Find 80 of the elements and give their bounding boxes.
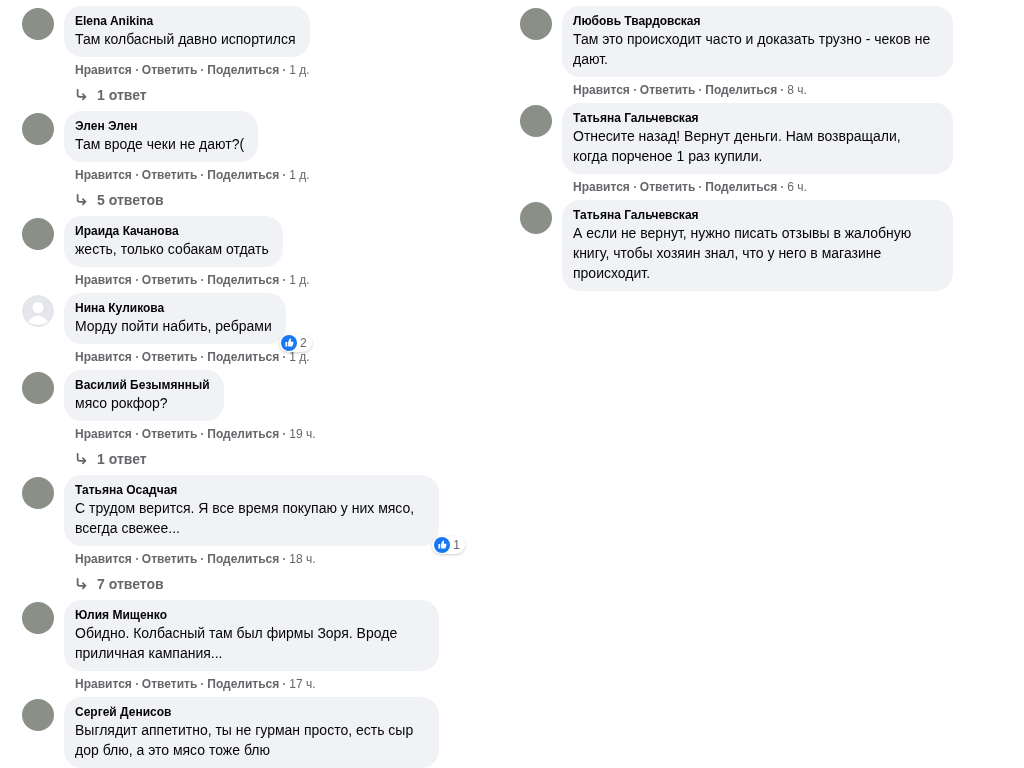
comment-action-link[interactable]: Поделиться (207, 551, 280, 567)
comment-action-link[interactable]: Ответить (141, 62, 198, 78)
author-name[interactable]: Ираида Качанова (75, 223, 269, 239)
author-name[interactable]: Юлия Мищенко (75, 607, 425, 623)
reaction-badge[interactable]: 2 (279, 334, 312, 352)
author-name[interactable]: Нина Куликова (75, 300, 272, 316)
avatar-photo-placeholder[interactable] (22, 113, 54, 145)
comment-action-link[interactable]: Поделиться (207, 62, 280, 78)
reply-arrow-icon (75, 193, 89, 207)
avatar-photo-placeholder[interactable] (22, 372, 54, 404)
author-name[interactable]: Любовь Твардовская (573, 13, 939, 29)
comment-action-link[interactable]: Нравится (75, 426, 132, 442)
comment-action-link[interactable]: Поделиться (705, 82, 778, 98)
comment-action-link[interactable]: Нравится (75, 62, 132, 78)
view-replies-link[interactable]: 5 ответов (64, 183, 164, 211)
reply-arrow-icon (75, 577, 89, 591)
thumbs-up-icon (434, 537, 451, 553)
comment-action-link[interactable]: Поделиться (207, 676, 280, 692)
author-name[interactable]: Татьяна Гальчевская (573, 110, 939, 126)
author-name[interactable]: Василий Безымянный (75, 377, 210, 393)
comment-action-link[interactable]: Нравится (573, 82, 630, 98)
comment-text: Обидно. Колбасный там был фирмы Зоря. Вроде приличная кампания... (75, 624, 399, 663)
comment-text: Отнесите назад! Вернут деньги. Нам возвращали, когда порченое 1 раз купили. (573, 127, 902, 166)
author-name[interactable]: Татьяна Осадчая (75, 482, 425, 498)
timestamp-link[interactable]: 19 ч. (289, 426, 316, 442)
comment-action-link[interactable]: Ответить (141, 167, 198, 183)
view-replies-link[interactable]: 1 ответ (64, 442, 147, 470)
timestamp-link[interactable]: 1 д. (289, 349, 310, 365)
comment-text: А если не вернут, нужно писать отзывы в жалобную книгу, чтобы хозяин знал, что у него в магазине происходит. (573, 224, 913, 283)
comment-action-link[interactable]: Ответить (141, 272, 198, 288)
avatar-photo-placeholder[interactable] (22, 602, 54, 634)
timestamp-link[interactable]: 8 ч. (787, 82, 807, 98)
comment-text: Выглядит аппетитно, ты не гурман просто, есть сыр дор блю, а это мясо тоже блю (75, 721, 415, 760)
comment-action-link[interactable]: Нравится (573, 179, 630, 195)
comment-text: Морду пойти набить, ребрами (75, 317, 272, 336)
comment-action-link[interactable]: Поделиться (705, 179, 778, 195)
comment-text: Там вроде чеки не дают?( (75, 135, 245, 154)
author-name[interactable]: Elena Anikina (75, 13, 296, 29)
reaction-badge[interactable]: 1 (432, 536, 465, 554)
avatar-photo-placeholder[interactable] (22, 477, 54, 509)
avatar-photo-placeholder[interactable] (22, 8, 54, 40)
thumbs-up-icon (281, 335, 298, 351)
comment-text: жесть, только собакам отдать (75, 240, 269, 259)
comment-action-link[interactable]: Ответить (639, 82, 696, 98)
avatar-photo-placeholder[interactable] (520, 202, 552, 234)
comment-action-link[interactable]: Нравится (75, 551, 132, 567)
avatar-photo-placeholder[interactable] (22, 218, 54, 250)
comment-action-link[interactable]: Поделиться (207, 272, 280, 288)
comment-action-link[interactable]: Ответить (141, 349, 198, 365)
timestamp-link[interactable]: 6 ч. (787, 179, 807, 195)
comment-action-link[interactable]: Поделиться (207, 167, 280, 183)
comment-action-link[interactable]: Ответить (141, 676, 198, 692)
comment-action-link[interactable]: Нравится (75, 349, 132, 365)
comment-text: Там колбасный давно испортился (75, 30, 296, 49)
avatar-photo-placeholder[interactable] (520, 105, 552, 137)
comment-text: Там это происходит часто и доказать трузно - чеков не дают. (573, 30, 932, 69)
comment-action-link[interactable]: Поделиться (207, 426, 280, 442)
reply-arrow-icon (75, 88, 89, 102)
comment-action-link[interactable]: Поделиться (207, 349, 280, 365)
comment-action-link[interactable]: Нравится (75, 167, 132, 183)
comment-action-link[interactable]: Ответить (141, 426, 198, 442)
view-replies-link[interactable]: 7 ответов (64, 567, 164, 595)
avatar-photo-placeholder[interactable] (520, 8, 552, 40)
timestamp-link[interactable]: 1 д. (289, 272, 310, 288)
comment-action-link[interactable]: Ответить (639, 179, 696, 195)
timestamp-link[interactable]: 1 д. (289, 167, 310, 183)
author-name[interactable]: Сергей Денисов (75, 704, 425, 720)
author-name[interactable]: Татьяна Гальчевская (573, 207, 939, 223)
comment-action-link[interactable]: Нравится (75, 676, 132, 692)
comment-action-link[interactable]: Ответить (141, 551, 198, 567)
avatar-photo-placeholder[interactable] (22, 699, 54, 731)
comment-text: С трудом верится. Я все время покупаю у них мясо, всегда свежее... (75, 499, 416, 538)
reply-arrow-icon (75, 452, 89, 466)
author-name[interactable]: Элен Элен (75, 118, 245, 134)
comment-action-link[interactable]: Нравится (75, 272, 132, 288)
view-replies-link[interactable]: 1 ответ (64, 78, 147, 106)
timestamp-link[interactable]: 1 д. (289, 62, 310, 78)
timestamp-link[interactable]: 17 ч. (289, 676, 316, 692)
timestamp-link[interactable]: 18 ч. (289, 551, 316, 567)
comment-text: мясо рокфор? (75, 394, 169, 413)
